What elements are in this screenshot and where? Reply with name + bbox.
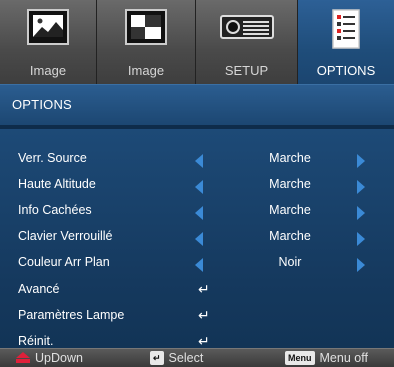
arrow-right-icon[interactable] <box>357 258 365 272</box>
arrow-right-icon[interactable] <box>357 232 365 246</box>
hint-updown: UpDown <box>16 351 83 365</box>
tab-image-label: Image <box>29 63 67 78</box>
row-label: Clavier Verrouillé <box>18 229 113 243</box>
projector-icon <box>219 8 275 53</box>
page-title: OPTIONS <box>12 97 72 112</box>
row-value: Noir <box>278 255 302 269</box>
row-label: Verr. Source <box>18 151 87 165</box>
updown-icon <box>16 352 30 364</box>
row-value: Marche <box>269 151 311 165</box>
row-label: Paramètres Lampe <box>18 308 125 322</box>
arrow-left-icon[interactable] <box>195 154 203 168</box>
row-avance[interactable]: Avancé ↵ <box>0 278 394 304</box>
tab-setup[interactable]: SETUP <box>196 0 298 84</box>
arrow-left-icon[interactable] <box>195 206 203 220</box>
tab-image-2[interactable]: Image <box>97 0 196 84</box>
row-value: Marche <box>269 229 311 243</box>
tab-bar: Image Image SETUP OPTIONS <box>0 0 394 84</box>
tab-options-label: OPTIONS <box>316 63 376 78</box>
image-contrast-icon <box>124 8 168 53</box>
row-verr-source[interactable]: Verr. Source Marche <box>0 147 394 173</box>
row-label: Info Cachées <box>18 203 92 217</box>
enter-icon[interactable]: ↵ <box>198 307 210 324</box>
row-label: Avancé <box>18 282 60 296</box>
hint-bar: UpDown ↵ Select Menu Menu off <box>0 348 394 367</box>
row-info-cachees[interactable]: Info Cachées Marche <box>0 199 394 225</box>
tab-setup-label: SETUP <box>224 63 269 78</box>
row-label: Couleur Arr Plan <box>18 255 110 269</box>
tab-image-2-label: Image <box>127 63 165 78</box>
hint-menu: Menu Menu off <box>285 351 368 365</box>
menu-key-icon: Menu <box>285 351 315 365</box>
tab-options[interactable]: OPTIONS <box>298 0 394 84</box>
row-couleur-arr-plan[interactable]: Couleur Arr Plan Noir <box>0 251 394 277</box>
enter-icon[interactable]: ↵ <box>198 281 210 298</box>
row-label: Réinit. <box>18 334 54 348</box>
hint-menu-label: Menu off <box>319 351 368 365</box>
menu-title-bar: OPTIONS <box>0 84 394 125</box>
row-clavier-verrouille[interactable]: Clavier Verrouillé Marche <box>0 225 394 251</box>
row-value: Marche <box>269 203 311 217</box>
enter-key-icon: ↵ <box>150 351 164 365</box>
hint-select: ↵ Select <box>150 351 203 365</box>
row-label: Haute Altitude <box>18 177 96 191</box>
row-value: Marche <box>269 177 311 191</box>
row-parametres-lampe[interactable]: Paramètres Lampe ↵ <box>0 304 394 330</box>
arrow-left-icon[interactable] <box>195 180 203 194</box>
arrow-left-icon[interactable] <box>195 232 203 246</box>
options-list-icon <box>331 8 361 55</box>
hint-updown-label: UpDown <box>35 351 83 365</box>
arrow-right-icon[interactable] <box>357 206 365 220</box>
row-haute-altitude[interactable]: Haute Altitude Marche <box>0 173 394 199</box>
arrow-right-icon[interactable] <box>357 180 365 194</box>
arrow-right-icon[interactable] <box>357 154 365 168</box>
options-panel: Verr. Source Marche Haute Altitude March… <box>0 125 394 349</box>
hint-select-label: Select <box>168 351 204 365</box>
image-landscape-icon <box>26 8 70 53</box>
arrow-left-icon[interactable] <box>195 258 203 272</box>
tab-image[interactable]: Image <box>0 0 97 84</box>
